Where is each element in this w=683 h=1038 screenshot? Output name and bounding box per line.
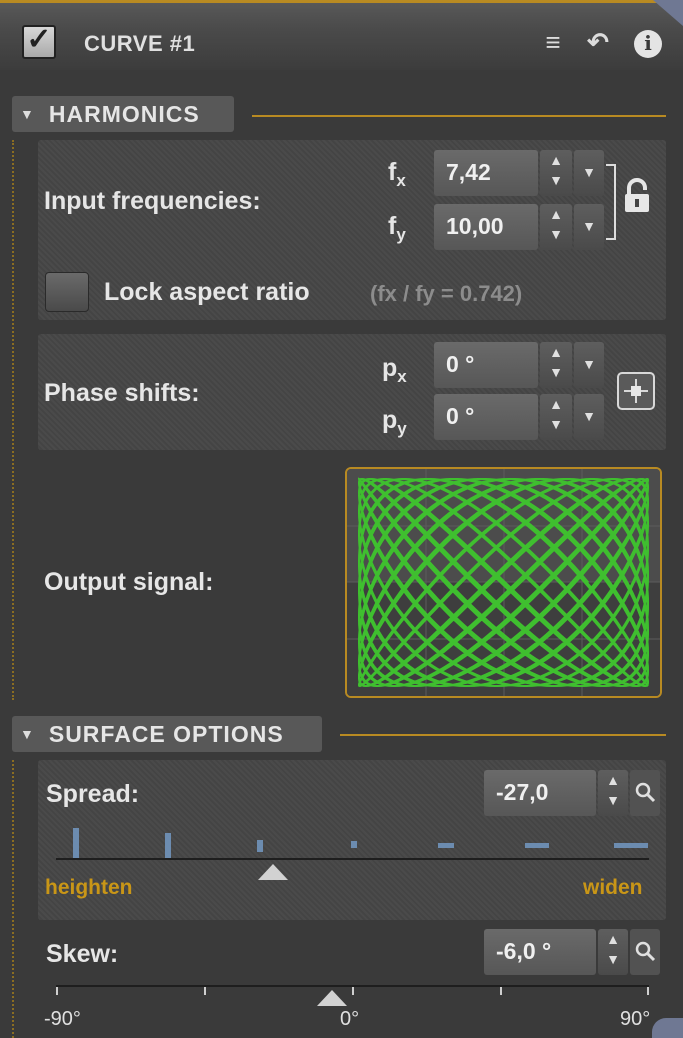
skew-tick-mark [56,987,58,995]
fx-spin-button[interactable]: ▲ ▼ [540,150,572,196]
spread-level-bar [351,841,357,848]
widen-label: widen [583,876,643,899]
skew-tick-mark [204,987,206,995]
center-phase-icon[interactable] [616,371,656,411]
skew-max-label: 90° [620,1008,651,1030]
zoom-icon[interactable] [630,770,660,816]
py-input[interactable]: 0 ° [434,394,538,440]
phase-shifts-label: Phase shifts: [44,379,200,407]
surface-options-section-label: SURFACE OPTIONS [48,720,284,747]
fy-dropdown-button[interactable]: ▼ [574,204,604,250]
spread-spin-button[interactable]: ▲ ▼ [598,770,628,816]
spread-level-bar [614,843,648,848]
fx-symbol: fx [388,158,406,190]
skew-mid-label: 0° [340,1008,360,1030]
spread-label: Spread: [46,780,140,808]
py-symbol: py [382,406,407,438]
skew-tick-mark [352,987,354,995]
skew-slider-thumb[interactable] [317,990,347,1006]
spread-slider-thumb[interactable] [258,864,288,880]
py-spin-button[interactable]: ▲ ▼ [540,394,572,440]
info-icon[interactable]: i [634,30,662,58]
skew-tick-mark [500,987,502,995]
lock-aspect-ratio-checkbox[interactable] [45,272,89,312]
output-signal-preview [345,467,662,698]
undo-icon[interactable]: ↶ [582,27,614,57]
spread-level-bar [438,843,454,848]
lissajous-curve-plot [347,469,660,696]
section-divider [252,115,666,117]
corner-tab [653,0,683,26]
section-divider [340,734,666,736]
skew-label: Skew: [46,940,119,968]
spread-level-bar [165,833,171,858]
skew-spin-button[interactable]: ▲ ▼ [598,929,628,975]
zoom-icon[interactable] [630,929,660,975]
fy-spin-button[interactable]: ▲ ▼ [540,204,572,250]
spread-level-bar [257,840,263,852]
section-guide-line [12,140,14,700]
padlock-icon[interactable] [622,178,652,214]
px-symbol: px [382,354,407,386]
help-corner-badge[interactable] [652,1018,683,1038]
collapse-triangle-icon[interactable]: ▼ [20,726,35,742]
px-spin-button[interactable]: ▲ ▼ [540,342,572,388]
fx-dropdown-button[interactable]: ▼ [574,150,604,196]
harmonics-section-header[interactable]: ▼ HARMONICS [12,96,234,132]
collapse-triangle-icon[interactable]: ▼ [20,106,35,122]
heighten-label: heighten [45,876,133,899]
input-frequencies-label: Input frequencies: [44,187,261,215]
skew-tick-mark [647,987,649,995]
link-bracket [606,164,616,240]
lock-aspect-ratio-label[interactable]: Lock aspect ratio [104,278,310,307]
harmonics-section-label: HARMONICS [48,100,200,127]
spread-slider-track[interactable] [56,858,649,860]
curve-enable-checkbox[interactable]: ✓ [22,25,56,59]
skew-input[interactable]: -6,0 ° [484,929,596,975]
spread-input[interactable]: -27,0 [484,770,596,816]
menu-icon[interactable]: ≡ [538,27,568,57]
panel-title: CURVE #1 [84,31,196,56]
skew-min-label: -90° [44,1008,81,1030]
section-guide-line [12,760,14,1038]
px-dropdown-button[interactable]: ▼ [574,342,604,388]
fy-input[interactable]: 10,00 [434,204,538,250]
px-input[interactable]: 0 ° [434,342,538,388]
surface-options-section-header[interactable]: ▼ SURFACE OPTIONS [12,716,322,752]
output-signal-label: Output signal: [44,568,214,596]
spread-level-bar [73,828,79,858]
fy-symbol: fy [388,212,406,244]
spread-level-bar [525,843,549,848]
fx-input[interactable]: 7,42 [434,150,538,196]
aspect-ratio-hint: (fx / fy = 0.742) [370,281,523,306]
py-dropdown-button[interactable]: ▼ [574,394,604,440]
